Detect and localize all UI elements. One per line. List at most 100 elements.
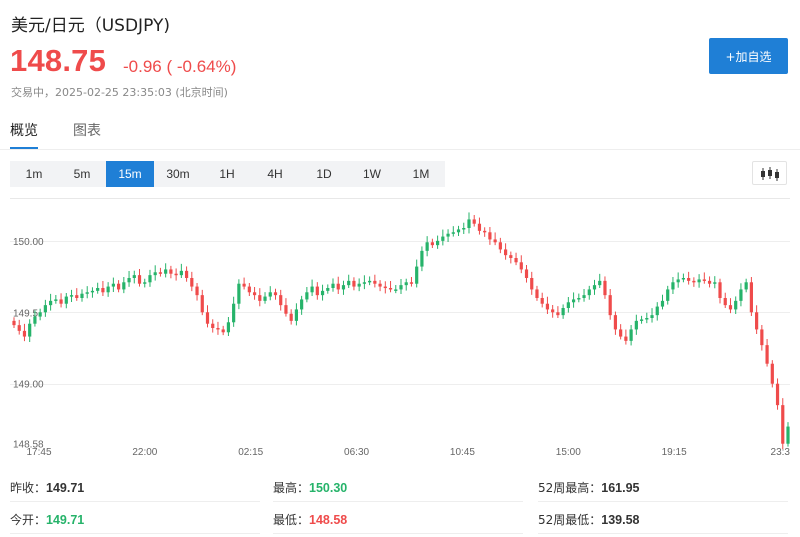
candle-body [263,296,267,301]
stat-label: 52周最高： [538,481,602,495]
candle-body [775,383,780,406]
instrument-title: 美元/日元（USDJPY) [11,16,170,36]
candle-body [645,318,649,320]
candle-body [33,316,37,324]
candle-body [702,279,706,281]
candle-body [671,282,675,290]
price-chart[interactable]: 150.00 149.5 149.00 148.58 17:45 22:00 02:15 06… [10,198,790,460]
candle-body [300,299,304,310]
last-price: 148.75 [10,43,107,78]
candle-body [660,300,665,307]
candle-body [64,296,68,304]
candle-body [509,255,513,258]
candle-body [357,283,361,287]
candle-body [781,405,785,444]
interval-1w[interactable]: 1W [348,161,396,187]
chart-type-button[interactable] [752,161,787,185]
candle-body [498,242,502,250]
x-tick-label: 15:00 [556,447,581,458]
candlestick-icon [761,167,779,181]
candle-body [493,239,497,243]
candle-body [592,285,597,290]
candle-body [383,286,387,289]
interval-1h[interactable]: 1H [203,161,251,187]
interval-1mo[interactable]: 1M [397,161,445,187]
candle-body [111,283,115,287]
candle-body [80,293,84,298]
candle-body [169,269,173,274]
candle-body [247,286,251,293]
candle-body [681,278,686,280]
candlestick-chart: 150.00149.5149.00148.5817:45 22:00 02:15 06… [10,198,790,458]
candle-body [713,282,717,284]
candle-body [284,305,288,314]
candle-body [687,278,691,281]
candle-body [477,223,482,231]
candle-body [551,309,555,313]
candle-body [415,266,419,284]
x-tick-label: 02:15 [238,447,263,458]
stat-value: 150.30 [309,481,348,495]
trading-status: 交易中，2025-02-25 23:35:03 (北京时间) [11,86,228,99]
candle-body [388,288,393,290]
candle-body [190,278,194,287]
stat-value: 149.71 [46,481,85,495]
candle-body [399,285,403,290]
candle-body [666,289,670,301]
x-tick-label: 06:30 [344,447,369,458]
candle-body [446,233,450,237]
candle-body [320,290,325,296]
candle-body [28,323,32,337]
add-to-watchlist-button[interactable]: +加自选 [709,38,788,74]
stat-divider [273,533,523,534]
candle-body [697,279,701,283]
candle-body [718,282,722,298]
candle-body [279,295,283,306]
candle-body [472,219,476,224]
interval-15m[interactable]: 15m [106,161,154,187]
candle-body [728,305,733,310]
candle-body [624,336,628,341]
interval-1d[interactable]: 1D [300,161,348,187]
candle-body [59,299,63,304]
candle-body [441,236,445,241]
candle-body [221,329,225,333]
candle-body [739,289,743,301]
candle-body [488,232,492,240]
candle-body [164,269,168,274]
candle-body [556,312,560,316]
interval-4h[interactable]: 4H [251,161,299,187]
candle-body [232,303,236,323]
stat-value: 161.95 [601,481,640,495]
tab-overview[interactable]: 概览 [10,120,38,140]
candle-body [331,283,335,288]
x-tick-label: 19:15 [662,447,687,458]
candle-body [676,279,680,283]
candle-body [749,282,753,313]
stat-value: 149.71 [46,513,85,527]
candle-body [566,302,570,308]
y-tick-label: 149.00 [13,380,44,391]
candle-body [692,280,696,283]
candle-body [127,278,131,283]
interval-30m[interactable]: 30m [154,161,202,187]
interval-1m[interactable]: 1m [10,161,58,187]
candle-body [200,295,204,313]
candle-body [755,312,759,330]
candle-body [561,308,565,316]
candle-body [184,270,189,278]
interval-5m[interactable]: 5m [58,161,106,187]
stat-open: 今开：149.71 [10,511,84,528]
candle-body [143,282,147,284]
candle-body [137,275,142,284]
stat-low: 最低：148.58 [273,511,347,528]
candle-body [326,288,330,291]
candle-body [524,269,529,278]
candle-body [226,322,231,333]
candle-body [122,282,126,290]
tab-chart[interactable]: 图表 [73,120,101,140]
stat-52w-high: 52周最高：161.95 [538,479,640,496]
candle-body [85,292,89,294]
candle-body [368,280,372,283]
candle-body [786,426,790,444]
